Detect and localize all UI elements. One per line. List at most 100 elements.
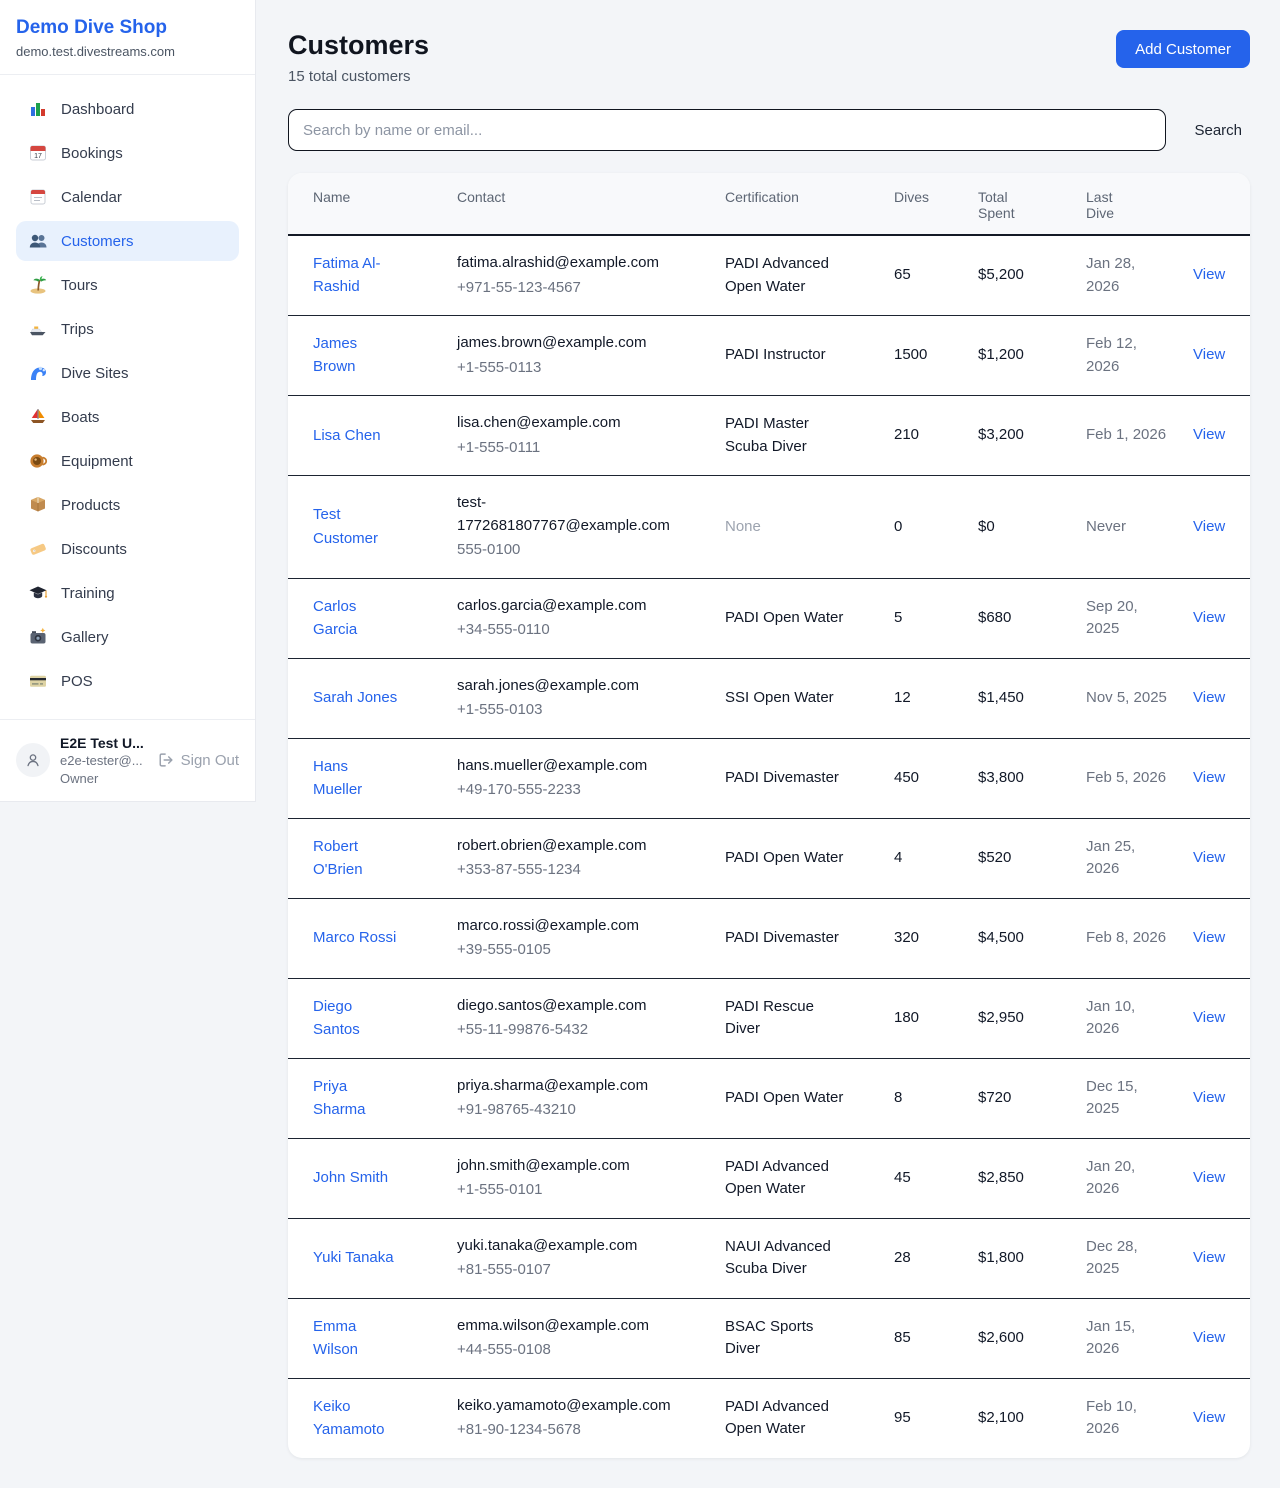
customer-email: sarah.jones@example.com <box>457 675 673 698</box>
view-link[interactable]: View <box>1193 266 1225 283</box>
customer-email: test-1772681807767@example.com <box>457 492 673 537</box>
sidebar-item-label: Training <box>61 585 115 602</box>
customer-phone: +39-555-0105 <box>457 939 673 962</box>
customer-email: john.smith@example.com <box>457 1155 673 1178</box>
view-link[interactable]: View <box>1193 1089 1225 1106</box>
customer-email: james.brown@example.com <box>457 332 673 355</box>
shop-name[interactable]: Demo Dive Shop <box>16 17 239 39</box>
customer-last-dive: Feb 1, 2026 <box>1070 396 1177 476</box>
customer-name-link[interactable]: Emma Wilson <box>313 1315 399 1362</box>
sidebar-item-label: Boats <box>61 409 99 426</box>
customer-phone: +353-87-555-1234 <box>457 859 673 882</box>
sidebar-item-training[interactable]: Training <box>16 573 239 613</box>
customer-name-link[interactable]: Carlos Garcia <box>313 595 399 642</box>
sidebar-item-dive-sites[interactable]: Dive Sites <box>16 353 239 393</box>
customer-name-link[interactable]: John Smith <box>313 1166 388 1189</box>
view-link[interactable]: View <box>1193 1409 1225 1426</box>
customer-name-link[interactable]: Test Customer <box>313 503 399 550</box>
sidebar-item-calendar[interactable]: Calendar <box>16 177 239 217</box>
customer-certification: PADI Advanced Open Water <box>709 1378 878 1458</box>
sidebar-item-products[interactable]: Products <box>16 485 239 525</box>
sidebar-item-customers[interactable]: Customers <box>16 221 239 261</box>
sidebar-item-boats[interactable]: Boats <box>16 397 239 437</box>
sidebar-item-dashboard[interactable]: Dashboard <box>16 89 239 129</box>
add-customer-button[interactable]: Add Customer <box>1116 30 1250 68</box>
customer-last-dive: Jan 28, 2026 <box>1070 235 1177 316</box>
sidebar-item-label: Bookings <box>61 145 123 162</box>
sidebar-item-trips[interactable]: Trips <box>16 309 239 349</box>
search-input[interactable] <box>288 109 1166 151</box>
view-link[interactable]: View <box>1193 689 1225 706</box>
diving-mask-icon <box>28 451 48 471</box>
customer-name-link[interactable]: Yuki Tanaka <box>313 1246 394 1269</box>
customer-name-link[interactable]: Diego Santos <box>313 995 399 1042</box>
sign-out-button[interactable]: Sign Out <box>157 751 239 769</box>
customer-name-link[interactable]: Priya Sharma <box>313 1075 399 1122</box>
customer-email: hans.mueller@example.com <box>457 755 673 778</box>
customer-certification: None <box>709 476 878 579</box>
customer-last-dive: Jan 20, 2026 <box>1070 1138 1177 1218</box>
customer-last-dive: Dec 15, 2025 <box>1070 1058 1177 1138</box>
customer-total-spent: $3,800 <box>962 738 1070 818</box>
customer-certification: PADI Open Water <box>709 818 878 898</box>
user-info: E2E Test U... e2e-tester@... Owner <box>60 734 144 787</box>
customer-name-link[interactable]: Lisa Chen <box>313 424 381 447</box>
calendar-date-icon: 17 <box>28 143 48 163</box>
customer-name-link[interactable]: Robert O'Brien <box>313 835 399 882</box>
view-link[interactable]: View <box>1193 518 1225 535</box>
app-root: Demo Dive Shop demo.test.divestreams.com… <box>0 0 1280 1488</box>
customer-last-dive: Feb 8, 2026 <box>1070 898 1177 978</box>
table-row: Test Customer test-1772681807767@example… <box>288 476 1250 579</box>
sidebar-item-label: Discounts <box>61 541 127 558</box>
view-link[interactable]: View <box>1193 1249 1225 1266</box>
search-bar: Search <box>288 109 1250 151</box>
sidebar-item-equipment[interactable]: Equipment <box>16 441 239 481</box>
customer-last-dive: Jan 10, 2026 <box>1070 978 1177 1058</box>
motorboat-icon <box>28 319 48 339</box>
customer-last-dive: Dec 28, 2025 <box>1070 1218 1177 1298</box>
customer-name-link[interactable]: Hans Mueller <box>313 755 399 802</box>
customer-last-dive: Feb 10, 2026 <box>1070 1378 1177 1458</box>
table-row: Lisa Chen lisa.chen@example.com+1-555-01… <box>288 396 1250 476</box>
customer-last-dive: Sep 20, 2025 <box>1070 578 1177 658</box>
customer-total-spent: $520 <box>962 818 1070 898</box>
view-link[interactable]: View <box>1193 609 1225 626</box>
view-link[interactable]: View <box>1193 426 1225 443</box>
sidebar-item-discounts[interactable]: Discounts <box>16 529 239 569</box>
view-link[interactable]: View <box>1193 929 1225 946</box>
view-link[interactable]: View <box>1193 346 1225 363</box>
sidebar-item-bookings[interactable]: 17 Bookings <box>16 133 239 173</box>
table-row: Carlos Garcia carlos.garcia@example.com+… <box>288 578 1250 658</box>
view-link[interactable]: View <box>1193 849 1225 866</box>
sidebar-item-label: POS <box>61 673 93 690</box>
customer-certification: NAUI Advanced Scuba Diver <box>709 1218 878 1298</box>
customer-total-spent: $3,200 <box>962 396 1070 476</box>
table-row: Hans Mueller hans.mueller@example.com+49… <box>288 738 1250 818</box>
view-link[interactable]: View <box>1193 1329 1225 1346</box>
table-row: John Smith john.smith@example.com+1-555-… <box>288 1138 1250 1218</box>
customer-total-spent: $4,500 <box>962 898 1070 978</box>
customer-name-link[interactable]: Keiko Yamamoto <box>313 1395 399 1442</box>
sidebar-item-pos[interactable]: POS <box>16 661 239 701</box>
sidebar-item-gallery[interactable]: Gallery <box>16 617 239 657</box>
sidebar-item-tours[interactable]: Tours <box>16 265 239 305</box>
customer-last-dive: Nov 5, 2025 <box>1070 658 1177 738</box>
col-header-certification: Certification <box>709 173 878 235</box>
view-link[interactable]: View <box>1193 769 1225 786</box>
view-link[interactable]: View <box>1193 1169 1225 1186</box>
customer-name-link[interactable]: James Brown <box>313 332 399 379</box>
desert-island-icon <box>28 275 48 295</box>
customer-email: marco.rossi@example.com <box>457 915 673 938</box>
customer-name-link[interactable]: Fatima Al-Rashid <box>313 252 399 299</box>
search-button[interactable]: Search <box>1186 122 1250 139</box>
customer-certification: PADI Advanced Open Water <box>709 235 878 316</box>
col-header-actions <box>1177 173 1250 235</box>
customer-name-link[interactable]: Sarah Jones <box>313 686 397 709</box>
customer-phone: +81-555-0107 <box>457 1259 673 1282</box>
customer-dives: 65 <box>878 235 962 316</box>
col-header-dives: Dives <box>878 173 962 235</box>
view-link[interactable]: View <box>1193 1009 1225 1026</box>
customer-email: priya.sharma@example.com <box>457 1075 673 1098</box>
customer-name-link[interactable]: Marco Rossi <box>313 926 396 949</box>
page-header: Customers 15 total customers Add Custome… <box>288 30 1250 85</box>
